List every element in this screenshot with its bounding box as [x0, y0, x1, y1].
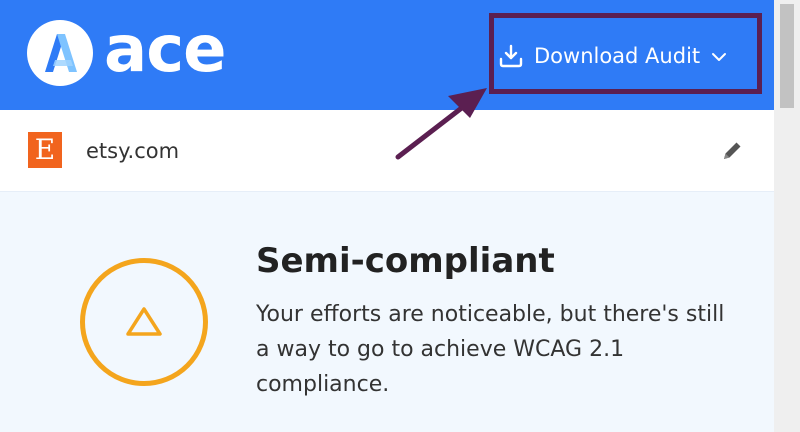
brand-name: ace: [104, 13, 227, 87]
audit-panel: ace Download Audit E etsy.com Semi-compl…: [0, 0, 774, 432]
compliance-status-description: Your efforts are noticeable, but there's…: [256, 302, 725, 397]
ace-logo-icon: [27, 20, 93, 86]
scrollbar-thumb[interactable]: [780, 4, 794, 108]
scrollbar[interactable]: [774, 0, 800, 432]
annotation-highlight-box: [489, 13, 762, 94]
compliance-status-title: Semi-compliant: [256, 241, 555, 281]
pencil-icon[interactable]: [718, 137, 746, 165]
site-domain: etsy.com: [86, 139, 180, 163]
warning-triangle-icon: [80, 258, 208, 386]
etsy-favicon: E: [28, 132, 62, 168]
